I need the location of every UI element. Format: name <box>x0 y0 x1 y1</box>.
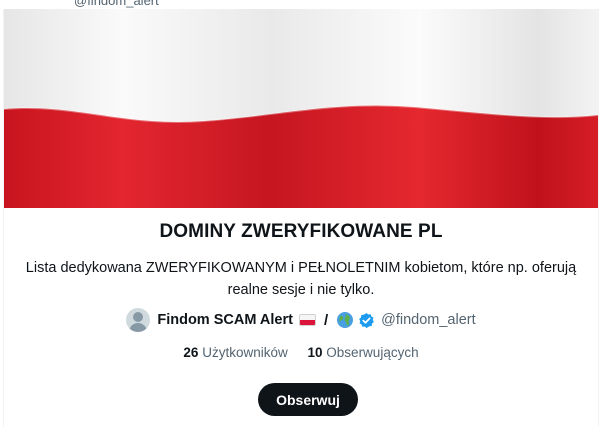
name-separator: / <box>323 311 329 329</box>
list-stats: 26 Użytkowników 10 Obserwujących <box>4 345 598 360</box>
list-description: Lista dedykowana ZWERYFIKOWANYM i PEŁNOL… <box>25 260 577 298</box>
globe-icon <box>337 312 354 328</box>
followers-count: 10 <box>307 345 323 360</box>
avatar[interactable] <box>126 308 151 332</box>
members-label: Użytkowników <box>202 345 288 360</box>
list-detail-panel: DOMINY ZWERYFIKOWANE PL Lista dedykowana… <box>3 9 599 427</box>
poland-flag-icon <box>298 314 316 326</box>
list-title: DOMINY ZWERYFIKOWANE PL <box>159 221 443 242</box>
list-owner[interactable]: Findom SCAM Alert / @findom_alert <box>4 308 598 332</box>
poland-flag-banner <box>4 9 598 208</box>
previous-handle: @findom_alert <box>74 0 159 8</box>
list-banner-image <box>4 9 598 208</box>
followers-label: Obserwujących <box>326 345 419 360</box>
owner-name[interactable]: Findom SCAM Alert <box>157 312 293 328</box>
owner-handle[interactable]: @findom_alert <box>381 312 476 328</box>
previous-handle-strip: @findom_alert <box>0 0 607 9</box>
members-stat[interactable]: 26 Użytkowników <box>183 345 287 360</box>
members-count: 26 <box>183 345 199 360</box>
followers-stat[interactable]: 10 Obserwujących <box>308 345 419 360</box>
follow-button[interactable]: Obserwuj <box>258 383 358 416</box>
verified-badge-icon <box>359 312 374 328</box>
